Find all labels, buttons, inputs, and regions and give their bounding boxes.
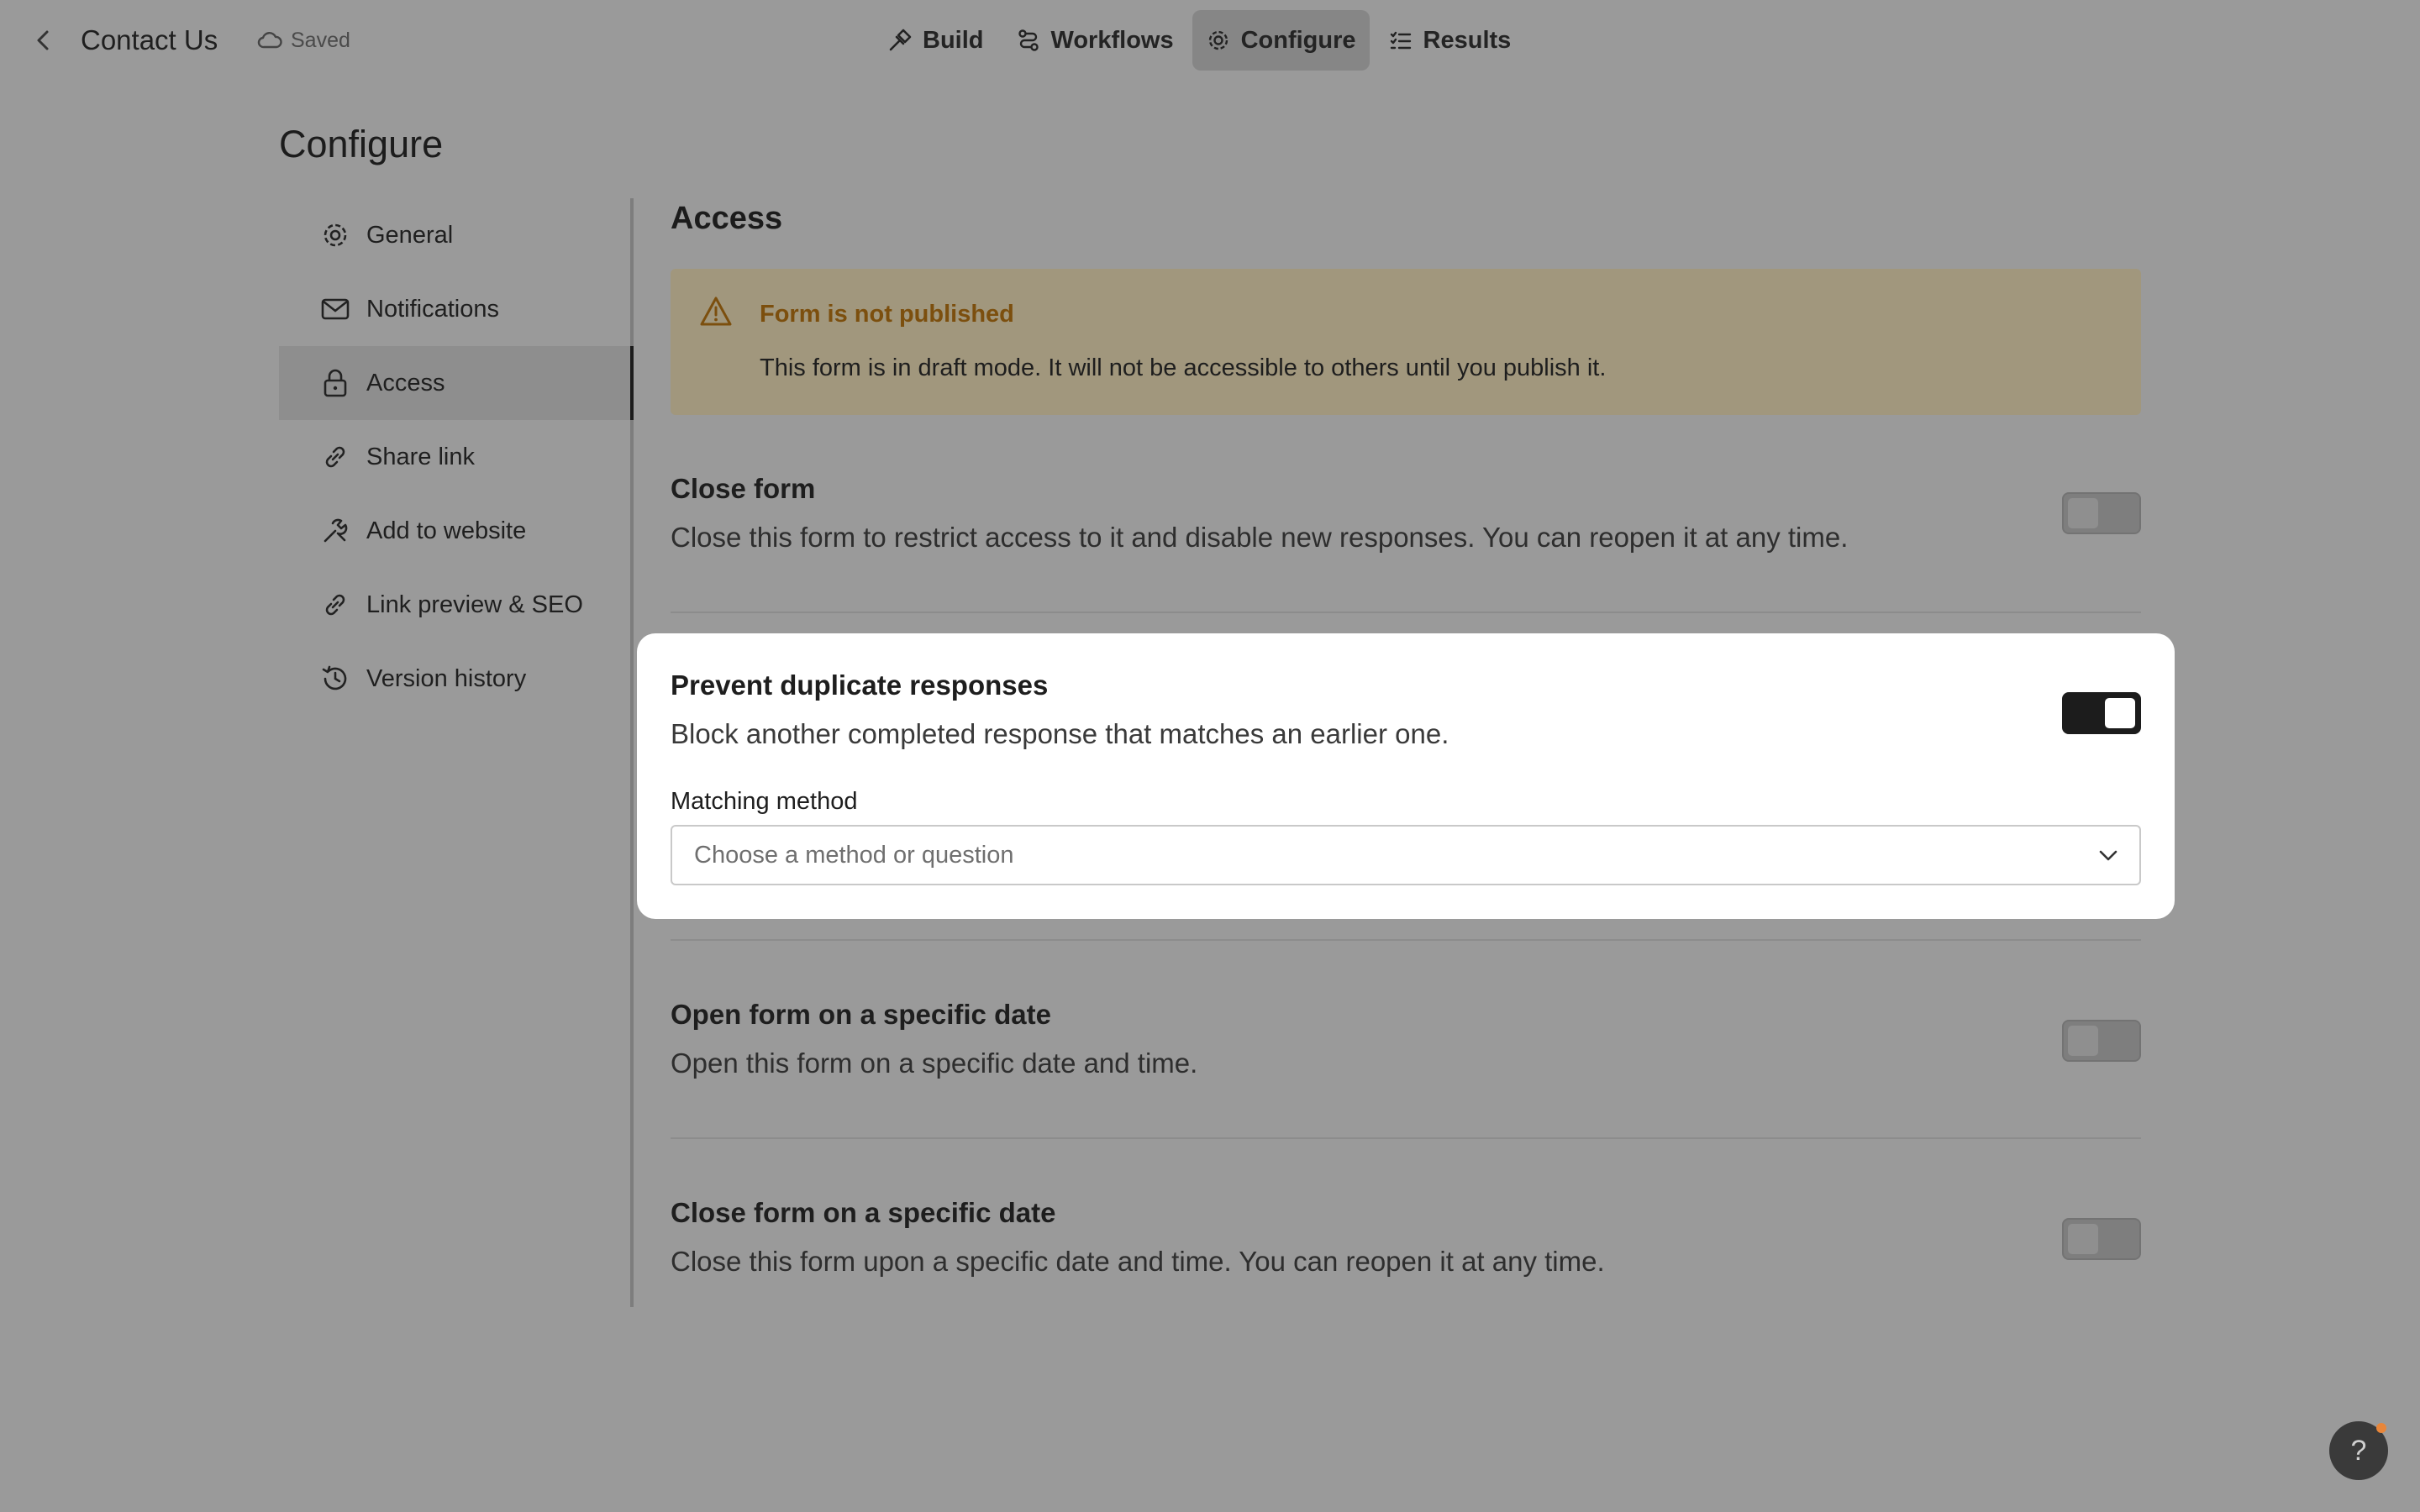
sidebar-item-share-link[interactable]: Share link	[279, 420, 630, 494]
prevent-duplicates-toggle[interactable]	[2062, 692, 2141, 734]
setting-description: Open this form on a specific date and ti…	[671, 1047, 1198, 1079]
wrench-icon	[319, 515, 351, 547]
sidebar-item-label: Version history	[366, 664, 527, 692]
setting-description: Block another completed response that ma…	[671, 718, 1449, 749]
main-tabs: Build Workflows Configure Results	[874, 10, 1524, 71]
gear-icon	[1208, 30, 1228, 50]
sidebar-item-label: General	[366, 221, 454, 249]
setting-close-on-date: Close form on a specific date Close this…	[671, 1194, 2141, 1287]
setting-close-form: Close form Close this form to restrict a…	[671, 470, 2141, 563]
workflow-icon	[1018, 29, 1039, 51]
gear-icon	[319, 219, 351, 251]
matching-method-label: Matching method	[671, 788, 858, 815]
tab-results-label: Results	[1423, 26, 1512, 54]
save-status: Saved	[257, 25, 350, 55]
sidebar-item-label: Link preview & SEO	[366, 591, 583, 618]
open-on-date-toggle[interactable]	[2062, 1020, 2141, 1062]
tab-results[interactable]: Results	[1375, 10, 1525, 71]
sidebar-item-label: Add to website	[366, 517, 527, 544]
sidebar-item-link-preview-seo[interactable]: Link preview & SEO	[279, 568, 630, 642]
sidebar-item-label: Share link	[366, 443, 475, 470]
tab-configure-label: Configure	[1240, 26, 1356, 54]
matching-method-select[interactable]: Choose a method or question	[671, 825, 2141, 885]
page-title: Configure	[279, 123, 444, 165]
setting-title: Prevent duplicate responses	[671, 669, 1049, 701]
mail-icon	[319, 293, 351, 325]
sidebar-item-label: Notifications	[366, 295, 499, 323]
settings-sidebar: General Notifications Access Share link …	[279, 198, 634, 1307]
sidebar-item-version-history[interactable]: Version history	[279, 642, 630, 716]
setting-title: Close form on a specific date	[671, 1197, 1056, 1228]
toggle-knob	[2068, 1026, 2098, 1056]
chevron-down-icon	[2099, 850, 2118, 861]
tab-build[interactable]: Build	[874, 10, 997, 71]
lock-icon	[319, 367, 351, 399]
close-on-date-toggle[interactable]	[2062, 1218, 2141, 1260]
help-icon: ?	[2350, 1434, 2367, 1467]
tab-configure[interactable]: Configure	[1192, 10, 1370, 71]
toggle-knob	[2068, 498, 2098, 528]
form-title[interactable]: Contact Us	[81, 24, 218, 57]
link-icon	[319, 441, 351, 473]
list-icon	[1390, 31, 1411, 50]
divider	[671, 612, 2141, 613]
notification-dot	[2376, 1423, 2386, 1433]
alert-text: This form is in draft mode. It will not …	[760, 354, 1607, 381]
help-button[interactable]: ?	[2329, 1421, 2388, 1480]
setting-title: Close form	[671, 473, 816, 504]
prevent-duplicates-card: Prevent duplicate responses Block anothe…	[637, 633, 2175, 919]
chevron-left-icon	[37, 30, 49, 50]
top-bar: Contact Us Saved Build Workflows Configu…	[0, 0, 2420, 81]
tab-workflows-label: Workflows	[1050, 26, 1174, 54]
divider	[671, 1137, 2141, 1139]
matching-method-placeholder: Choose a method or question	[694, 841, 1014, 869]
tab-workflows[interactable]: Workflows	[1002, 10, 1187, 71]
setting-prevent-duplicates: Prevent duplicate responses Block anothe…	[671, 667, 2141, 759]
unpublished-alert: Form is not published This form is in dr…	[671, 269, 2141, 415]
sidebar-item-notifications[interactable]: Notifications	[279, 272, 630, 346]
tab-build-label: Build	[923, 26, 984, 54]
setting-description: Close this form upon a specific date and…	[671, 1246, 1605, 1277]
sidebar-item-general[interactable]: General	[279, 198, 630, 272]
back-button[interactable]	[25, 24, 62, 57]
setting-title: Open form on a specific date	[671, 999, 1051, 1030]
alert-title: Form is not published	[760, 301, 1014, 328]
toggle-knob	[2105, 698, 2135, 728]
hammer-icon	[889, 29, 912, 51]
divider	[671, 939, 2141, 941]
setting-open-on-date: Open form on a specific date Open this f…	[671, 996, 2141, 1089]
sidebar-item-access[interactable]: Access	[279, 346, 634, 420]
link-icon	[319, 589, 351, 621]
save-status-label: Saved	[291, 29, 350, 52]
cloud-icon	[257, 32, 282, 49]
setting-description: Close this form to restrict access to it…	[671, 522, 1849, 553]
history-icon	[319, 663, 351, 695]
warning-icon	[700, 297, 732, 326]
section-title: Access	[671, 201, 783, 236]
toggle-knob	[2068, 1224, 2098, 1254]
sidebar-item-add-to-website[interactable]: Add to website	[279, 494, 630, 568]
close-form-toggle[interactable]	[2062, 492, 2141, 534]
sidebar-item-label: Access	[366, 369, 445, 396]
